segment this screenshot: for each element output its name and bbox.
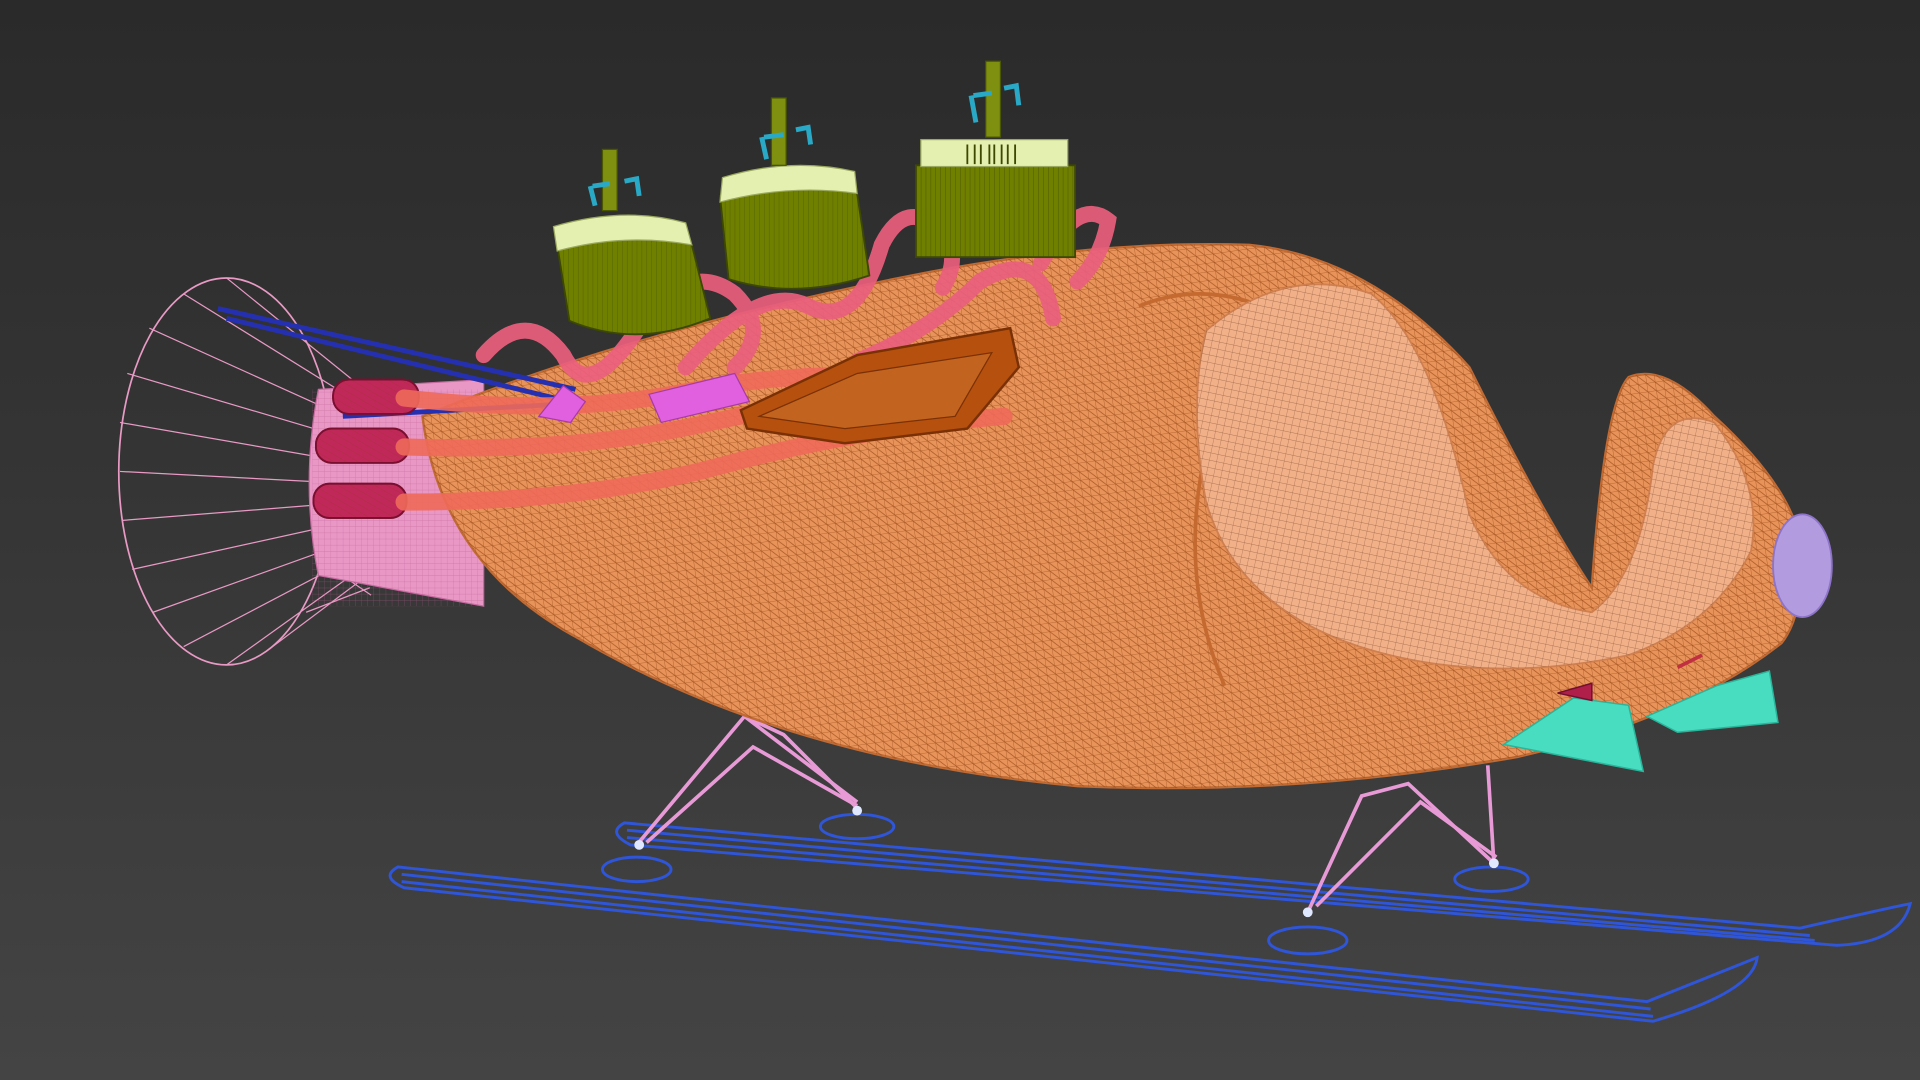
canister-valve-stem-1 [601, 148, 618, 212]
viewport-3d[interactable] [0, 0, 1920, 1080]
ski-runners[interactable] [388, 812, 1913, 1023]
wireframe-scene [117, 60, 1913, 1023]
canister-valve-stem-3 [985, 60, 1002, 138]
fuel-canister-2[interactable] [719, 97, 871, 290]
canister-valve-stem-2 [770, 97, 787, 166]
nose-cap[interactable] [1772, 513, 1833, 619]
fuel-canister-3[interactable] [915, 60, 1077, 259]
fuel-canister-1[interactable] [552, 148, 712, 336]
